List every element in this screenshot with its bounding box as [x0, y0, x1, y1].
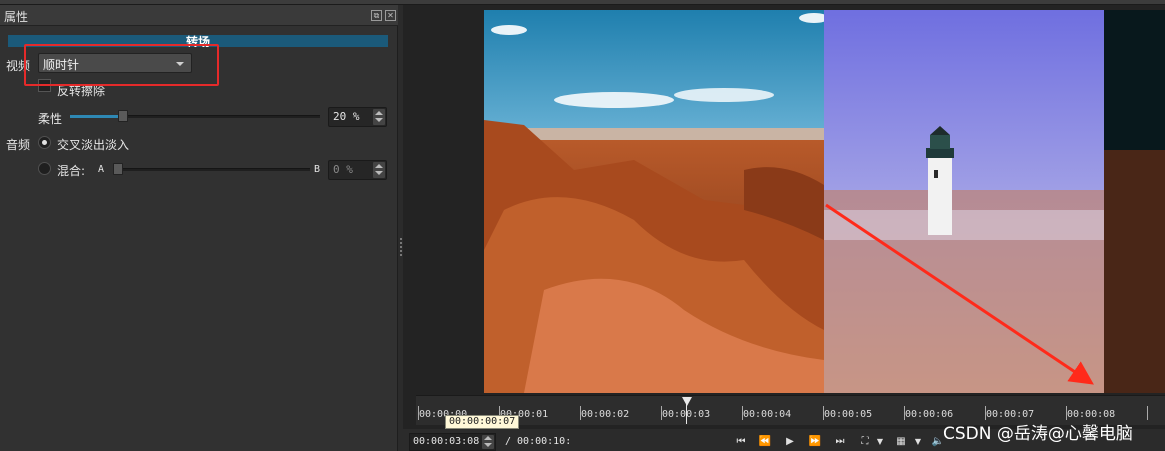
mix-slider-handle[interactable]	[113, 163, 123, 175]
arrow-up-icon[interactable]	[484, 436, 492, 440]
ruler-tick	[1147, 406, 1148, 420]
chevron-down-icon[interactable]: ▼	[910, 435, 926, 449]
spin-buttons[interactable]	[373, 162, 385, 178]
softness-spinbox[interactable]: 20 %	[328, 107, 387, 127]
video-frame	[484, 10, 1165, 393]
spin-buttons[interactable]	[482, 435, 494, 449]
total-time: / 00:00:10:	[505, 436, 572, 447]
highlight-box	[24, 44, 219, 86]
ruler-label: 00:00:05	[824, 409, 873, 420]
time-tooltip: 00:00:00:07	[445, 415, 520, 429]
arrow-down-icon[interactable]	[375, 171, 383, 175]
play-icon[interactable]: ▶	[782, 435, 798, 449]
arrow-down-icon[interactable]	[375, 118, 383, 122]
arrow-down-icon[interactable]	[484, 443, 492, 447]
grid-icon[interactable]: ▦	[893, 435, 909, 449]
ruler-label: 00:00:02	[581, 409, 630, 420]
mix-radio[interactable]	[38, 162, 51, 175]
rewind-icon[interactable]: ⏪	[757, 435, 773, 449]
close-icon[interactable]: ✕	[385, 10, 396, 21]
arrow-up-icon[interactable]	[375, 164, 383, 168]
skip-to-end-icon[interactable]: ⏭	[832, 435, 848, 449]
mix-b-label: B	[314, 164, 321, 175]
mix-label: 混合:	[57, 164, 86, 178]
chevron-down-icon[interactable]: ▼	[872, 435, 888, 449]
panel-header: 属性 ⧉ ✕	[0, 5, 398, 26]
crossfade-label: 交叉淡出淡入	[57, 138, 130, 152]
float-icon[interactable]: ⧉	[371, 10, 382, 21]
audio-label: 音频	[6, 138, 31, 152]
current-time: 00:00:03:08	[413, 436, 480, 447]
spin-buttons[interactable]	[373, 109, 385, 125]
mix-spinbox[interactable]: 0 %	[328, 160, 387, 180]
arrow-up-icon[interactable]	[375, 111, 383, 115]
softness-slider-handle[interactable]	[118, 110, 128, 122]
playhead-handle[interactable]	[682, 397, 692, 406]
current-time-spinbox[interactable]: 00:00:03:08	[409, 433, 496, 451]
softness-label: 柔性	[38, 112, 63, 126]
panel-splitter[interactable]	[400, 238, 402, 256]
skip-to-start-icon[interactable]: ⏮	[733, 435, 749, 449]
zoom-icon[interactable]: ⛶	[857, 435, 873, 449]
mix-slider-track[interactable]	[114, 168, 310, 171]
video-preview	[484, 10, 1165, 393]
fast-forward-icon[interactable]: ⏩	[807, 435, 823, 449]
crossfade-radio[interactable]	[38, 136, 51, 149]
playhead-line	[686, 404, 687, 424]
mix-a-label: A	[98, 164, 105, 175]
mix-value: 0 %	[333, 163, 353, 176]
watermark: CSDN @岳涛@心馨电脑	[943, 424, 1133, 444]
panel-title: 属性	[4, 10, 29, 24]
softness-slider-fill	[70, 115, 120, 118]
ruler-label: 00:00:04	[743, 409, 792, 420]
softness-value: 20 %	[333, 110, 360, 123]
